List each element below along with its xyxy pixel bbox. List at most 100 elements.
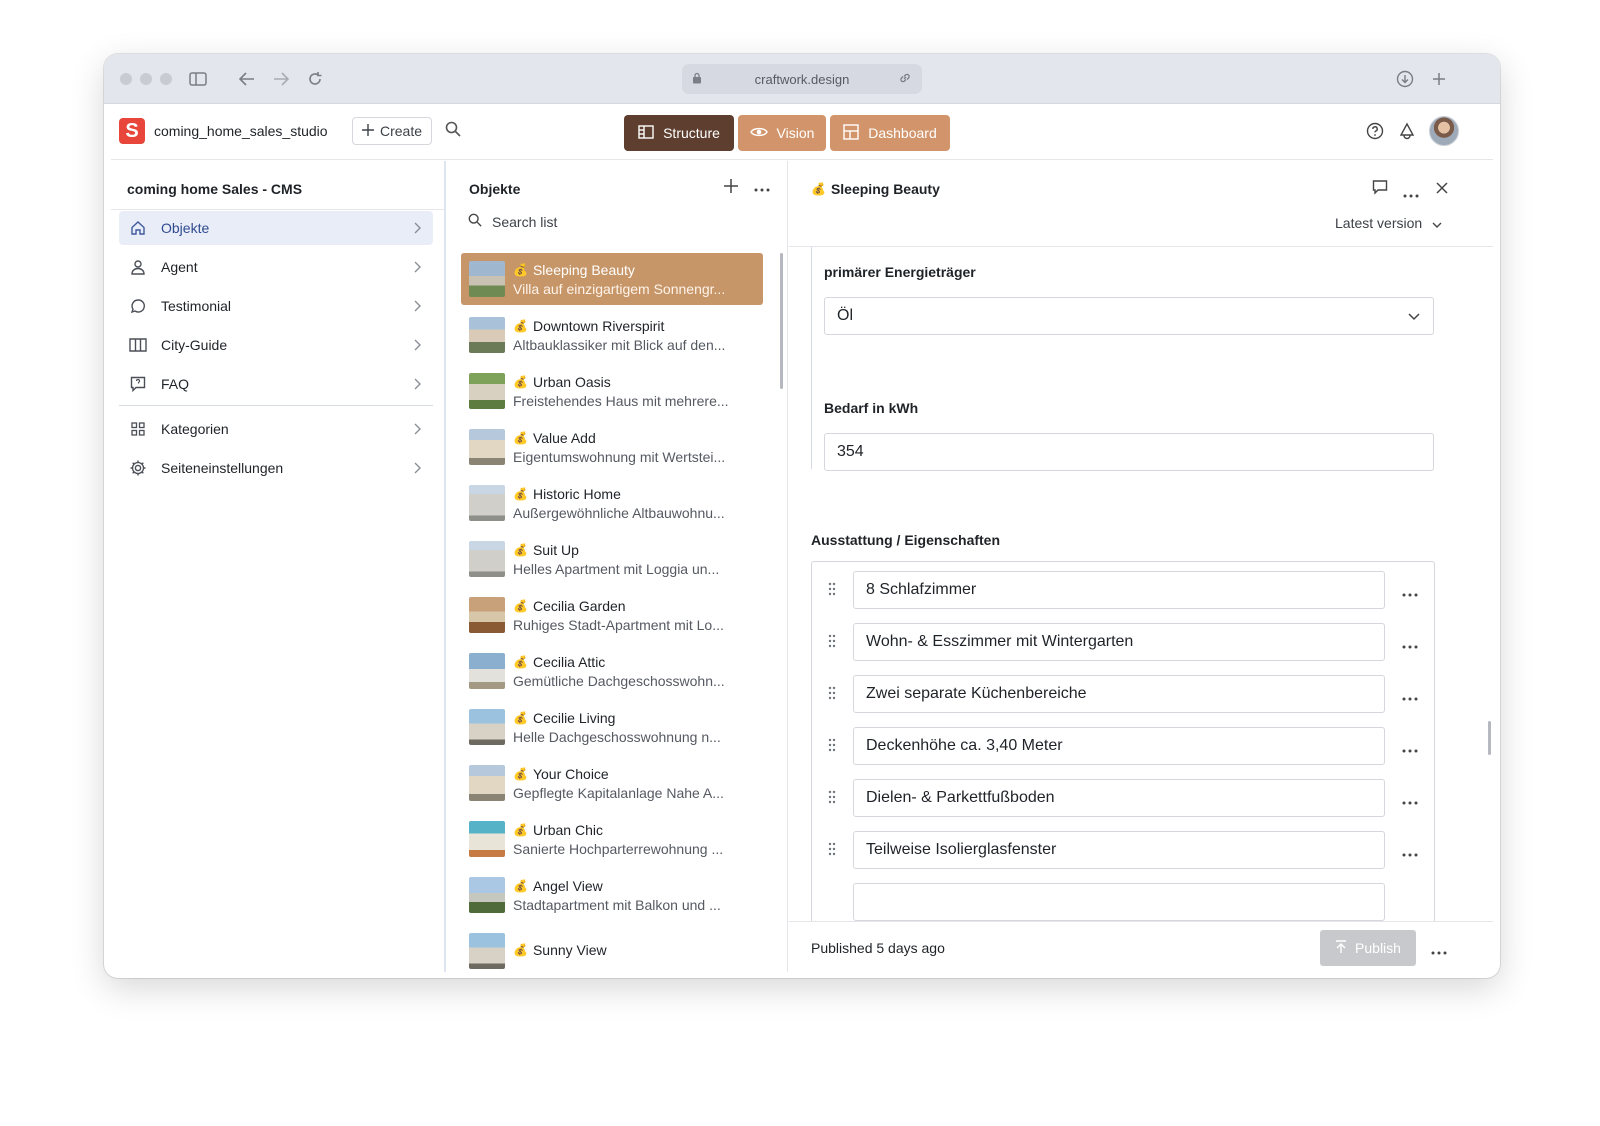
- list-item[interactable]: 💰 Suit Up Helles Apartment mit Loggia un..…: [461, 533, 763, 585]
- search-icon[interactable]: [445, 121, 461, 142]
- studio-logo[interactable]: S: [119, 118, 145, 144]
- tool-vision-button[interactable]: Vision: [738, 115, 826, 151]
- tool-vision-label: Vision: [776, 125, 815, 141]
- money-bag-icon: 💰: [513, 318, 528, 333]
- drag-handle-icon[interactable]: [828, 686, 836, 705]
- user-avatar[interactable]: [1429, 116, 1459, 146]
- nav-item-city-guide[interactable]: City-Guide: [119, 328, 433, 362]
- close-icon[interactable]: [1436, 181, 1448, 199]
- list-item[interactable]: 💰 Urban Oasis Freistehendes Haus mit mehre…: [461, 365, 763, 417]
- gear-icon: [128, 459, 148, 477]
- energy-demand-input[interactable]: 354: [824, 433, 1434, 471]
- feature-input[interactable]: Zwei separate Küchenbereiche: [853, 675, 1385, 713]
- help-icon: [128, 376, 148, 392]
- list-search-input[interactable]: Search list: [468, 213, 557, 230]
- forward-arrow-icon[interactable]: [269, 67, 293, 91]
- chevron-right-icon: [413, 422, 421, 438]
- add-document-icon[interactable]: [724, 179, 738, 198]
- more-options-icon[interactable]: [1402, 844, 1418, 862]
- nav-item-seiteneinstellungen[interactable]: Seiteneinstellungen: [119, 451, 433, 485]
- feature-input[interactable]: 8 Schlafzimmer: [853, 571, 1385, 609]
- studio-name[interactable]: coming_home_sales_studio: [154, 123, 328, 139]
- nav-item-label: FAQ: [161, 376, 190, 392]
- more-options-icon[interactable]: [1402, 688, 1418, 706]
- document-title-text: Sleeping Beauty: [830, 181, 940, 197]
- feature-input[interactable]: [853, 883, 1385, 921]
- feature-input[interactable]: Dielen- & Parkettfußboden: [853, 779, 1385, 817]
- drag-handle-icon[interactable]: [828, 738, 836, 757]
- thumbnail: [469, 933, 505, 969]
- close-window-button[interactable]: [120, 73, 132, 85]
- energy-source-select[interactable]: Öl: [824, 297, 1434, 335]
- chevron-right-icon: [413, 260, 421, 276]
- sidebar-toggle-icon[interactable]: [186, 67, 210, 91]
- feature-input[interactable]: Deckenhöhe ca. 3,40 Meter: [853, 727, 1385, 765]
- list-item[interactable]: 💰 Value Add Eigentumswohnung mit Wertstei.…: [461, 421, 763, 473]
- more-options-icon[interactable]: [1402, 636, 1418, 654]
- list-item[interactable]: 💰 Cecilia Attic Gemütliche Dachgeschosswoh…: [461, 645, 763, 697]
- money-bag-icon: 💰: [513, 374, 528, 389]
- link-icon[interactable]: [898, 71, 912, 88]
- nav-item-faq[interactable]: FAQ: [119, 367, 433, 401]
- drag-handle-icon[interactable]: [828, 634, 836, 653]
- reload-icon[interactable]: [303, 67, 327, 91]
- money-bag-icon: 💰: [513, 942, 528, 957]
- list-item[interactable]: 💰 Historic Home Außergewöhnliche Altbauwoh…: [461, 477, 763, 529]
- more-options-icon[interactable]: [1402, 792, 1418, 810]
- new-tab-icon[interactable]: [1427, 67, 1451, 91]
- list-item[interactable]: 💰 Sleeping Beauty Villa auf einzigartigem …: [461, 253, 763, 305]
- notifications-icon[interactable]: [1398, 122, 1416, 145]
- chevron-right-icon: [413, 377, 421, 393]
- nav-item-testimonial[interactable]: Testimonial: [119, 289, 433, 323]
- thumbnail: [469, 261, 505, 297]
- address-bar[interactable]: craftwork.design: [682, 64, 922, 94]
- version-select[interactable]: Latest version: [1335, 215, 1442, 231]
- minimize-window-button[interactable]: [140, 73, 152, 85]
- publish-button[interactable]: Publish: [1320, 930, 1416, 966]
- more-options-icon[interactable]: [754, 179, 770, 197]
- zoom-window-button[interactable]: [160, 73, 172, 85]
- list-item[interactable]: 💰 Downtown Riverspirit Altbauklassiker mit…: [461, 309, 763, 361]
- help-icon[interactable]: [1366, 122, 1384, 145]
- item-title: Value Add: [532, 429, 596, 446]
- item-subtitle: Eigentumswohnung mit Wertstei...: [513, 448, 726, 465]
- divider: [111, 209, 444, 210]
- feature-input[interactable]: Teilweise Isolierglasfenster: [853, 831, 1385, 869]
- list-item[interactable]: 💰 Cecilia Garden Ruhiges Stadt-Apartment m…: [461, 589, 763, 641]
- list-item[interactable]: 💰 Your Choice Gepflegte Kapitalanlage Nahe…: [461, 757, 763, 809]
- more-options-icon[interactable]: [1402, 740, 1418, 758]
- nav-item-kategorien[interactable]: Kategorien: [119, 412, 433, 446]
- list-scrollbar[interactable]: [780, 253, 783, 389]
- create-button[interactable]: Create: [352, 117, 432, 145]
- comment-icon[interactable]: [1372, 179, 1388, 200]
- nav-item-label: Testimonial: [161, 298, 232, 314]
- features-array: 8 Schlafzimmer Wohn- & Esszimmer mit Win…: [811, 561, 1435, 921]
- list-item[interactable]: 💰 Angel View Stadtapartment mit Balkon und…: [461, 869, 763, 921]
- download-icon[interactable]: [1393, 67, 1417, 91]
- more-options-icon[interactable]: [1431, 942, 1447, 960]
- field-label: primärer Energieträger: [824, 264, 976, 280]
- divider: [119, 405, 433, 406]
- money-bag-icon: 💰: [513, 486, 528, 501]
- list-item[interactable]: 💰 Sunny View: [461, 925, 763, 972]
- browser-toolbar: craftwork.design: [104, 54, 1500, 104]
- more-options-icon[interactable]: [1402, 584, 1418, 602]
- drag-handle-icon[interactable]: [828, 582, 836, 601]
- list-item[interactable]: 💰 Cecilie Living Helle Dachgeschosswohnung…: [461, 701, 763, 753]
- feature-input[interactable]: Wohn- & Esszimmer mit Wintergarten: [853, 623, 1385, 661]
- more-options-icon[interactable]: [1403, 185, 1419, 203]
- publish-label: Publish: [1355, 940, 1401, 956]
- lock-icon: [692, 72, 702, 87]
- item-subtitle: Sanierte Hochparterrewohnung ...: [513, 840, 724, 857]
- back-arrow-icon[interactable]: [235, 67, 259, 91]
- nav-item-objekte[interactable]: Objekte: [119, 211, 433, 245]
- nav-item-agent[interactable]: Agent: [119, 250, 433, 284]
- item-subtitle: Außergewöhnliche Altbauwohnu...: [513, 504, 725, 521]
- drag-handle-icon[interactable]: [828, 790, 836, 809]
- item-title: Urban Oasis: [532, 373, 611, 390]
- form-scrollbar[interactable]: [1488, 721, 1491, 755]
- drag-handle-icon[interactable]: [828, 842, 836, 861]
- tool-dashboard-button[interactable]: Dashboard: [830, 115, 950, 151]
- tool-structure-button[interactable]: Structure: [624, 115, 734, 151]
- list-item[interactable]: 💰 Urban Chic Sanierte Hochparterrewohnung …: [461, 813, 763, 865]
